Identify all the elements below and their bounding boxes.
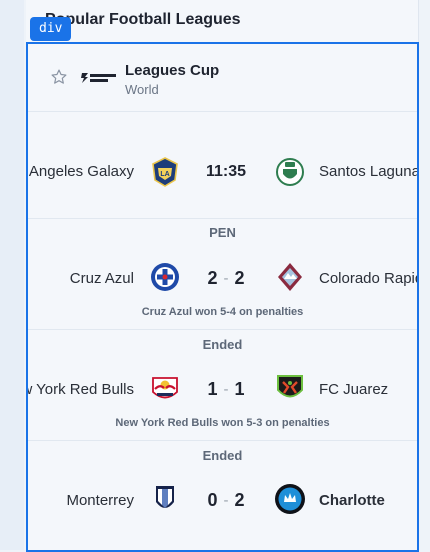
match-row[interactable]: PEN Cruz Azul 2-2 Colorado Rapids Cruz A… [28, 219, 417, 330]
away-team-name: Santos Laguna [319, 163, 417, 180]
santos-laguna-crest-icon [276, 158, 304, 186]
home-team-name: Monterrey [66, 492, 134, 509]
score-separator: - [223, 381, 229, 398]
penalty-result-note: Cruz Azul won 5-4 on penalties [141, 306, 304, 318]
match-row[interactable]: Los Angeles Galaxy LA 11:35 Santos Lagun… [28, 112, 417, 219]
match-score: 2-2 [196, 268, 256, 289]
home-team-name: Cruz Azul [69, 270, 134, 287]
svg-text:LA: LA [160, 171, 169, 178]
away-team-name: FC Juarez [319, 381, 389, 398]
home-score: 2 [207, 268, 218, 288]
home-team-name: New York Red Bulls [28, 381, 134, 398]
league-header[interactable]: Leagues Cup World [28, 44, 417, 112]
fc-juarez-crest-icon [277, 375, 303, 398]
match-status: PEN [209, 225, 236, 240]
home-team-name: Los Angeles Galaxy [28, 163, 134, 180]
league-name[interactable]: Leagues Cup [125, 62, 219, 79]
league-country: World [125, 82, 159, 97]
match-score: 1-1 [196, 379, 256, 400]
kickoff-time: 11:35 [205, 163, 247, 180]
match-row[interactable]: Ended New York Red Bulls 1-1 FC Juarez N… [28, 330, 417, 441]
away-team-name: Colorado Rapids [319, 270, 417, 287]
away-team-name-winner: Charlotte [319, 492, 385, 509]
section-title: Popular Football Leagues [45, 11, 241, 28]
star-outline-icon[interactable] [50, 68, 68, 86]
la-galaxy-crest-icon: LA [152, 157, 178, 187]
match-row[interactable]: Ended Monterrey 0-2 Charlotte [28, 441, 417, 550]
away-score: 2 [234, 490, 245, 510]
match-status: Ended [202, 448, 243, 463]
cruz-azul-crest-icon [151, 263, 179, 291]
red-bulls-crest-icon [152, 377, 178, 399]
left-gutter [0, 0, 24, 550]
penalty-result-note: New York Red Bulls won 5-3 on penalties [115, 417, 330, 429]
away-score: 1 [234, 379, 245, 399]
away-score: 2 [234, 268, 245, 288]
score-separator: - [223, 492, 229, 509]
match-status: Ended [202, 337, 243, 352]
colorado-rapids-crest-icon [278, 263, 302, 291]
score-separator: - [223, 270, 229, 287]
devtools-element-badge: div [30, 17, 72, 41]
home-score: 1 [207, 379, 218, 399]
leagues-cup-logo [81, 73, 116, 83]
match-score: 0-2 [196, 490, 256, 511]
home-score: 0 [207, 490, 218, 510]
charlotte-crest-icon [275, 484, 305, 514]
monterrey-crest-icon [156, 486, 174, 508]
